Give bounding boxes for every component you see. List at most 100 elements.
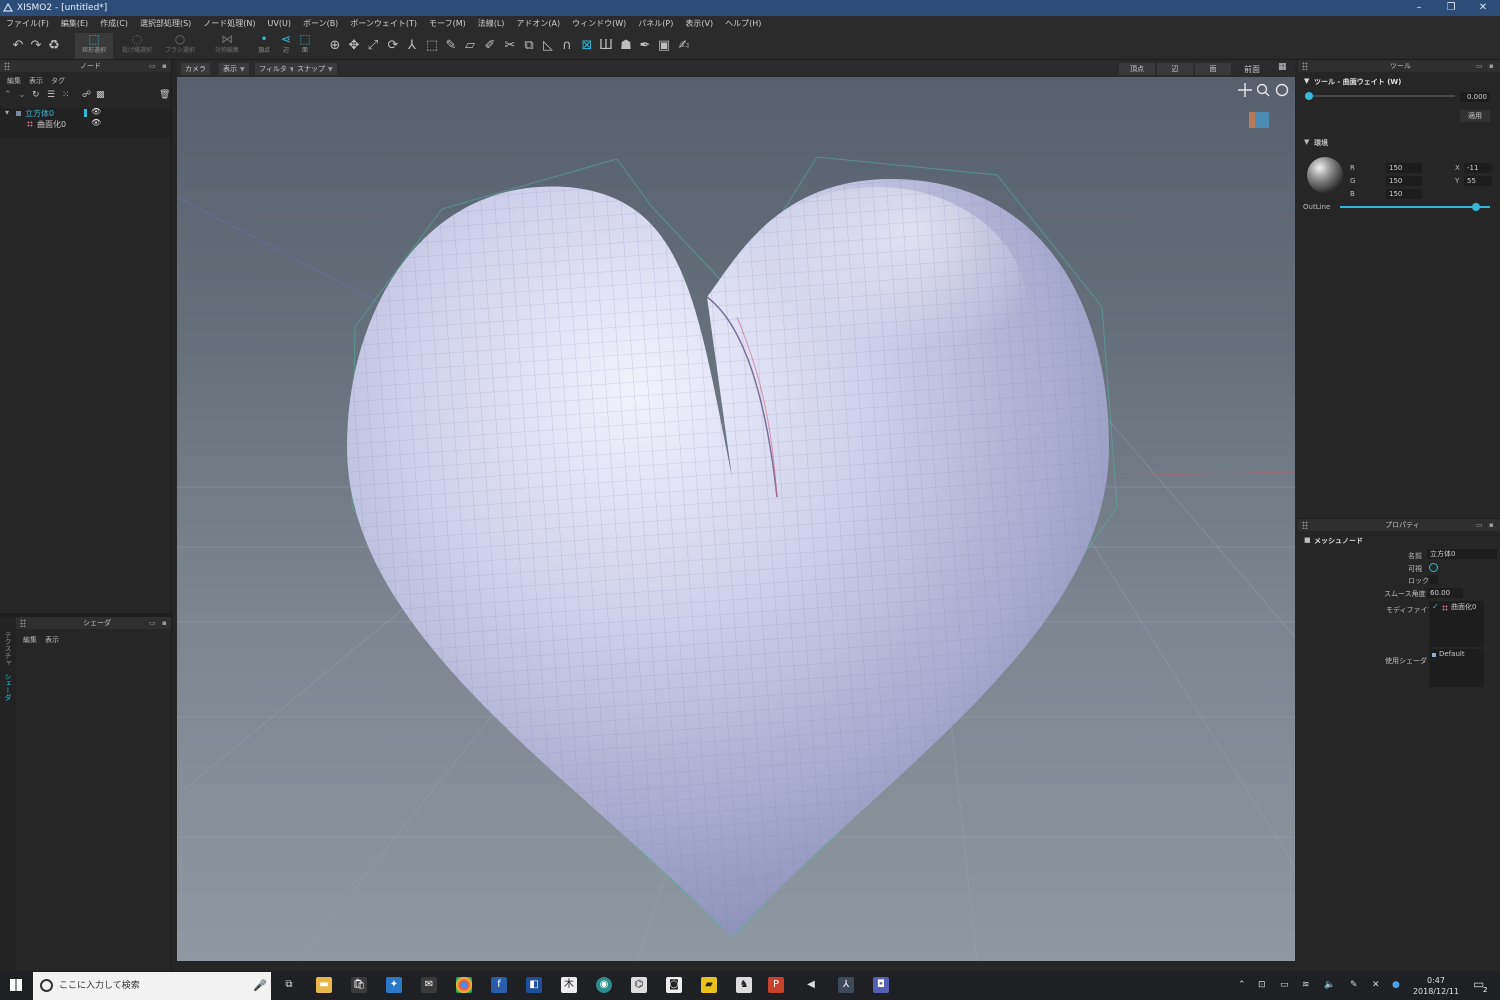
face-display-toggle[interactable]: 面 [1195, 63, 1231, 75]
node-menu-view[interactable]: 表示 [29, 76, 43, 87]
weight-value-field[interactable]: 0.000 [1460, 92, 1490, 102]
panel-minimize-icon[interactable]: ▭ [149, 60, 156, 72]
microphone-icon[interactable]: 🎤 [253, 972, 267, 1000]
tree-row-subdiv0[interactable]: 曲面化0 👁 [0, 118, 171, 130]
y-field[interactable]: 55 [1464, 176, 1492, 186]
expand-arrow-icon[interactable]: ▾ [5, 108, 9, 117]
panel-minimize-icon[interactable]: ▭ [1476, 60, 1483, 72]
menu-uv[interactable]: UV(U) [262, 19, 297, 28]
close-button[interactable]: ✕ [1466, 0, 1500, 16]
cube-icon[interactable]: ▩ [96, 90, 105, 100]
brush-select-button[interactable]: ○ ブラシ選択 [161, 33, 199, 59]
lock-checkbox[interactable] [1429, 575, 1438, 584]
scale-icon[interactable]: ⤢ [365, 38, 381, 54]
grid-icon[interactable]: ⁙ [62, 90, 70, 100]
move-down-icon[interactable]: ⌄ [18, 90, 26, 100]
taskbar-search-input[interactable]: ここに入力して検索 🎤 [33, 972, 271, 1000]
view-navigation[interactable] [1238, 83, 1289, 97]
bounding-box-icon[interactable]: ⬚ [424, 38, 440, 54]
g-field[interactable]: 150 [1386, 176, 1422, 186]
slider-knob[interactable] [1472, 203, 1481, 211]
side-tab-texture[interactable]: テクスチャ [3, 631, 13, 666]
axis-icon[interactable]: ⅄ [404, 38, 420, 54]
panel-close-icon[interactable]: ▪ [1489, 519, 1494, 531]
section-arrow-icon[interactable]: ▼ [1304, 138, 1309, 146]
menu-window[interactable]: ウィンドウ(W) [566, 18, 632, 29]
app-icon[interactable]: f [491, 977, 507, 993]
panel-grip-icon[interactable] [1302, 521, 1308, 529]
panel-grip-icon[interactable] [4, 62, 10, 70]
edge-display-toggle[interactable]: 辺 [1157, 63, 1193, 75]
b-field[interactable]: 150 [1386, 189, 1422, 199]
sculpt-icon[interactable]: ⊠ [579, 38, 595, 54]
app-icon[interactable]: ♞ [736, 977, 752, 993]
view-name-label[interactable]: 前面 [1244, 64, 1260, 75]
vertex-display-toggle[interactable]: 頂点 [1119, 63, 1155, 75]
edit-icon[interactable]: ✍ [676, 38, 692, 54]
apply-button[interactable]: 適用 [1460, 110, 1490, 122]
tray-app-icon[interactable]: ⊡ [1258, 980, 1266, 990]
section-collapse-icon[interactable]: ■ [1304, 536, 1311, 544]
pen-icon[interactable]: ✐ [482, 38, 498, 54]
x-field[interactable]: -11 [1464, 163, 1492, 173]
volume-icon[interactable]: 🔈 [1324, 980, 1335, 990]
menu-help[interactable]: ヘルプ(H) [719, 18, 767, 29]
pen-tray-icon[interactable]: ✎ [1350, 980, 1358, 990]
eyedropper-icon[interactable]: ✒ [637, 38, 653, 54]
app-icon[interactable]: 木 [561, 977, 577, 993]
display-dropdown[interactable]: 表示 ▼ [219, 63, 249, 75]
wifi-icon[interactable]: ≋ [1302, 980, 1310, 990]
panel-grip-icon[interactable] [20, 619, 26, 627]
node-menu-tag[interactable]: タグ [51, 76, 65, 87]
clock[interactable]: 0:47 2018/12/11 [1410, 975, 1462, 997]
panel-minimize-icon[interactable]: ▭ [149, 617, 156, 629]
menu-view[interactable]: 表示(V) [679, 18, 719, 29]
magnet-icon[interactable]: ∩ [559, 38, 575, 54]
lasso-select-button[interactable]: ◌ 投げ縄選択 [118, 33, 156, 59]
menu-addon[interactable]: アドオン(A) [510, 18, 566, 29]
menu-bone-weight[interactable]: ボーンウェイト(T) [344, 18, 423, 29]
knife-icon[interactable]: ✎ [443, 38, 459, 54]
menu-create[interactable]: 作成(C) [94, 18, 134, 29]
store-icon[interactable]: 🛍 [351, 977, 367, 993]
app-icon[interactable]: ✦ [386, 977, 402, 993]
panel-minimize-icon[interactable]: ▭ [1476, 519, 1483, 531]
section-arrow-icon[interactable]: ▼ [1304, 77, 1309, 85]
panel-close-icon[interactable]: ▪ [162, 60, 167, 72]
lock-icon[interactable]: ☗ [618, 38, 634, 54]
app-icon[interactable]: ◀ [803, 977, 819, 993]
tree-row-node0[interactable]: ▾ 立方体0 👁 [0, 107, 171, 119]
app-icon[interactable]: ◘ [873, 977, 889, 993]
extrude-icon[interactable]: ▱ [462, 38, 478, 54]
bevel-icon[interactable]: ◺ [540, 38, 556, 54]
redo-icon[interactable]: ↷ [28, 38, 44, 54]
shader-menu-view[interactable]: 表示 [45, 635, 59, 646]
view-layout-icon[interactable]: ▦ [1278, 62, 1287, 72]
xismo-taskbar-icon[interactable]: ⅄ [838, 977, 854, 993]
slider-knob[interactable] [1305, 92, 1313, 100]
globe-icon[interactable]: ⊕ [327, 38, 343, 54]
tray-app-icon[interactable]: ✕ [1372, 980, 1380, 990]
menu-morph[interactable]: モーフ(M) [423, 18, 472, 29]
bridge-icon[interactable]: Ш [598, 38, 614, 54]
camera-icon[interactable]: ◙ [666, 977, 682, 993]
app-icon[interactable]: ⌬ [631, 977, 647, 993]
smooth-angle-field[interactable]: 60.00 [1427, 588, 1463, 598]
menu-selection[interactable]: 選択部処理(S) [134, 18, 197, 29]
modifier-item[interactable]: 曲面化0 [1451, 602, 1476, 612]
vertex-mode-button[interactable]: • 頂点 [254, 33, 274, 59]
panel-grip-icon[interactable] [1302, 62, 1308, 70]
panel-close-icon[interactable]: ▪ [162, 617, 167, 629]
weight-slider[interactable] [1305, 92, 1455, 100]
scissors-icon[interactable]: ✂ [502, 38, 518, 54]
film-icon[interactable]: ▣ [656, 38, 672, 54]
view-cube[interactable] [1249, 112, 1269, 128]
trash-icon[interactable]: 🗑 [159, 90, 170, 100]
name-field[interactable]: 立方体0 [1427, 549, 1497, 559]
app-icon[interactable]: ◉ [596, 977, 612, 993]
recycle-icon[interactable]: ♻ [46, 38, 62, 54]
outline-slider[interactable] [1340, 203, 1490, 211]
shader-item[interactable]: Default [1439, 650, 1465, 658]
move-up-icon[interactable]: ⌃ [4, 90, 12, 100]
chrome-icon[interactable] [456, 977, 472, 993]
